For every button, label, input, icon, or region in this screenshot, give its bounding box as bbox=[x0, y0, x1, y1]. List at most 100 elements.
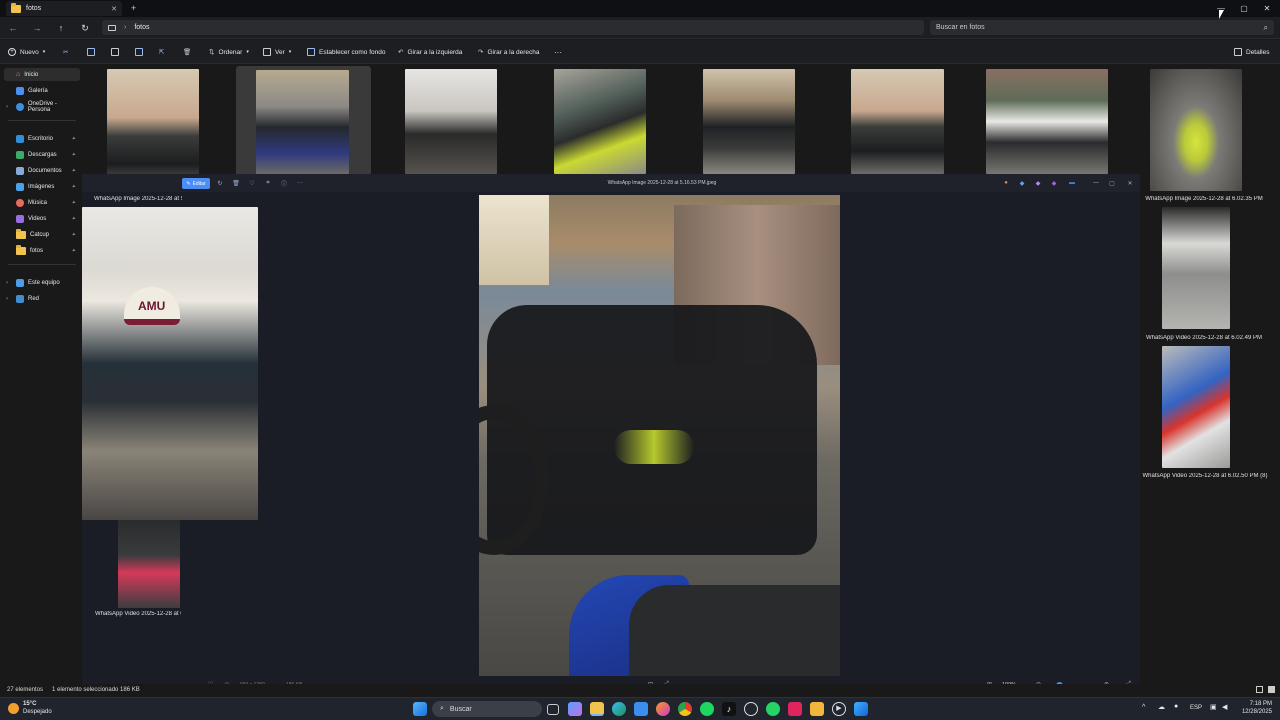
file-thumbnail[interactable] bbox=[1162, 346, 1230, 468]
search-input[interactable]: Buscar en fotos ⌕ bbox=[930, 20, 1274, 35]
maximize-button[interactable]: ▢ bbox=[1233, 0, 1255, 16]
microphone-icon[interactable]: ● bbox=[1174, 703, 1178, 710]
share-icon[interactable]: ◆ bbox=[1016, 178, 1028, 188]
rotate-left-button[interactable]: ↶ Girar a la izquierda bbox=[398, 45, 462, 59]
selected-file[interactable] bbox=[236, 66, 371, 176]
language-indicator[interactable]: ESP bbox=[1190, 705, 1202, 711]
forward-icon[interactable]: → bbox=[29, 20, 45, 36]
cloud-icon[interactable]: ☁ bbox=[1158, 703, 1165, 711]
task-view-icon[interactable] bbox=[547, 704, 559, 715]
sidebar-item-videos[interactable]: Videos ✦ bbox=[4, 212, 80, 225]
more-icon[interactable]: ··· bbox=[294, 178, 306, 188]
view-button[interactable]: Ver ▾ bbox=[263, 45, 291, 59]
sidebar-item-este-equipo[interactable]: › Este equipo bbox=[4, 276, 80, 289]
folder-icon[interactable]: ▬ bbox=[1066, 178, 1078, 188]
photos-icon[interactable] bbox=[854, 702, 868, 716]
wifi-icon[interactable]: ▣ bbox=[1210, 703, 1217, 711]
pictures-icon bbox=[16, 182, 24, 191]
file-thumbnail[interactable] bbox=[107, 69, 199, 191]
app-icon[interactable] bbox=[810, 702, 824, 716]
chrome-icon[interactable] bbox=[678, 702, 692, 716]
delete-button[interactable]: 🗑 bbox=[183, 45, 191, 59]
edit-button[interactable]: ✎ Editar bbox=[182, 178, 210, 189]
set-background-button[interactable]: Establecer como fondo bbox=[307, 45, 385, 59]
sidebar-item-red[interactable]: › Red bbox=[4, 292, 80, 305]
tiktok-icon[interactable]: ♪ bbox=[722, 702, 736, 716]
new-tab-button[interactable]: + bbox=[131, 3, 136, 13]
sidebar-item-descargas[interactable]: Descargas ✦ bbox=[4, 148, 80, 161]
copy-button[interactable] bbox=[87, 45, 95, 59]
info-icon[interactable]: ⓘ bbox=[278, 178, 290, 188]
paste-button[interactable] bbox=[111, 45, 119, 59]
new-button[interactable]: + Nuevo ▾ bbox=[8, 45, 45, 59]
sidebar-item-catcup[interactable]: Catcup ✦ bbox=[4, 228, 80, 241]
viewer-minimize-button[interactable]: — bbox=[1090, 178, 1102, 188]
spotify-icon[interactable] bbox=[700, 702, 714, 716]
rename-button[interactable] bbox=[135, 45, 143, 59]
weather-widget[interactable]: 15°C Despejado bbox=[8, 700, 52, 716]
sidebar-item-fotos[interactable]: fotos ✦ bbox=[4, 244, 80, 257]
sidebar-item-documentos[interactable]: Documentos ✦ bbox=[4, 164, 80, 177]
breadcrumb[interactable]: › fotos bbox=[102, 20, 924, 35]
sidebar-item-imagenes[interactable]: Imágenes ✦ bbox=[4, 180, 80, 193]
tab-fotos[interactable]: fotos ✕ bbox=[6, 1, 122, 16]
details-view-icon[interactable] bbox=[1256, 686, 1263, 693]
main-photo[interactable] bbox=[479, 195, 840, 676]
sidebar-item-musica[interactable]: Música ✦ bbox=[4, 196, 80, 209]
file-thumbnail[interactable] bbox=[851, 69, 944, 174]
heart-icon[interactable]: ♡ bbox=[246, 178, 258, 188]
folder-icon bbox=[16, 228, 26, 239]
file-thumbnail[interactable] bbox=[1162, 207, 1230, 329]
sidebar-item-label: Este equipo bbox=[28, 279, 60, 286]
sidebar-item-onedrive[interactable]: › OneDrive - Persona bbox=[4, 100, 80, 113]
chevron-up-icon[interactable]: ^ bbox=[1142, 704, 1145, 711]
file-thumbnail[interactable] bbox=[986, 69, 1108, 174]
details-button[interactable]: Detalles bbox=[1234, 45, 1269, 59]
refresh-icon[interactable]: ↻ bbox=[77, 20, 93, 36]
file-thumbnail[interactable] bbox=[554, 69, 646, 174]
copilot-icon[interactable] bbox=[568, 702, 582, 716]
trash-icon[interactable]: 🗑 bbox=[230, 178, 242, 188]
capcut-icon[interactable] bbox=[788, 702, 802, 716]
designer-icon[interactable]: ◆ bbox=[1032, 178, 1044, 188]
viewer-close-button[interactable]: ✕ bbox=[1124, 178, 1136, 188]
more-options-button[interactable]: ··· bbox=[554, 45, 562, 59]
file-thumbnail[interactable] bbox=[118, 520, 180, 608]
sort-button[interactable]: ⇅ Ordenar ▾ bbox=[209, 45, 249, 59]
file-thumbnail[interactable] bbox=[703, 69, 795, 174]
sidebar-item-escritorio[interactable]: Escritorio ✦ bbox=[4, 132, 80, 145]
viewer-maximize-button[interactable]: ▢ bbox=[1106, 178, 1118, 188]
sidebar-item-galeria[interactable]: Galería bbox=[4, 84, 80, 97]
chatgpt-icon[interactable] bbox=[744, 702, 758, 716]
up-icon[interactable]: ↑ bbox=[53, 20, 69, 36]
crop-icon[interactable]: ⌗ bbox=[262, 178, 274, 188]
whatsapp-icon[interactable] bbox=[766, 702, 780, 716]
clock[interactable]: 7:18 PM 12/28/2025 bbox=[1238, 700, 1272, 716]
volume-icon[interactable]: ◀ bbox=[1222, 703, 1227, 711]
back-icon[interactable]: ← bbox=[5, 20, 21, 36]
clipchamp-icon[interactable]: ◆ bbox=[1048, 178, 1060, 188]
person-photo[interactable]: AMU bbox=[82, 207, 258, 520]
rotate-left-icon: ↶ bbox=[398, 49, 404, 56]
file-thumbnail[interactable] bbox=[405, 69, 497, 174]
share-button[interactable]: ⇱ bbox=[159, 45, 164, 59]
rotate-icon[interactable]: ↻ bbox=[214, 178, 226, 188]
sidebar-item-inicio[interactable]: ⌂ Inicio bbox=[4, 68, 80, 81]
sidebar-item-label: Inicio bbox=[24, 71, 39, 78]
rotate-right-button[interactable]: ↷ Girar a la derecha bbox=[478, 45, 539, 59]
copilot-icon[interactable]: ● bbox=[1000, 178, 1012, 188]
edge-icon[interactable] bbox=[612, 702, 626, 716]
taskbar-search[interactable]: ⌕ Buscar bbox=[432, 701, 542, 717]
tiles-view-icon[interactable] bbox=[1268, 686, 1275, 693]
tab-close-icon[interactable]: ✕ bbox=[111, 5, 117, 13]
breadcrumb-fotos[interactable]: fotos bbox=[134, 24, 149, 31]
store-icon[interactable] bbox=[634, 702, 648, 716]
cut-button[interactable]: ✂ bbox=[63, 45, 68, 59]
firefox-icon[interactable] bbox=[656, 702, 670, 716]
viewer-filename: WhatsApp Image 2025-12-28 at 5.16.53 PM.… bbox=[607, 180, 717, 186]
file-thumbnail[interactable] bbox=[1150, 69, 1242, 191]
file-explorer-icon[interactable] bbox=[590, 702, 604, 716]
close-button[interactable]: ✕ bbox=[1256, 0, 1278, 16]
start-icon[interactable] bbox=[413, 702, 427, 716]
media-player-icon[interactable]: ▶ bbox=[832, 702, 846, 716]
